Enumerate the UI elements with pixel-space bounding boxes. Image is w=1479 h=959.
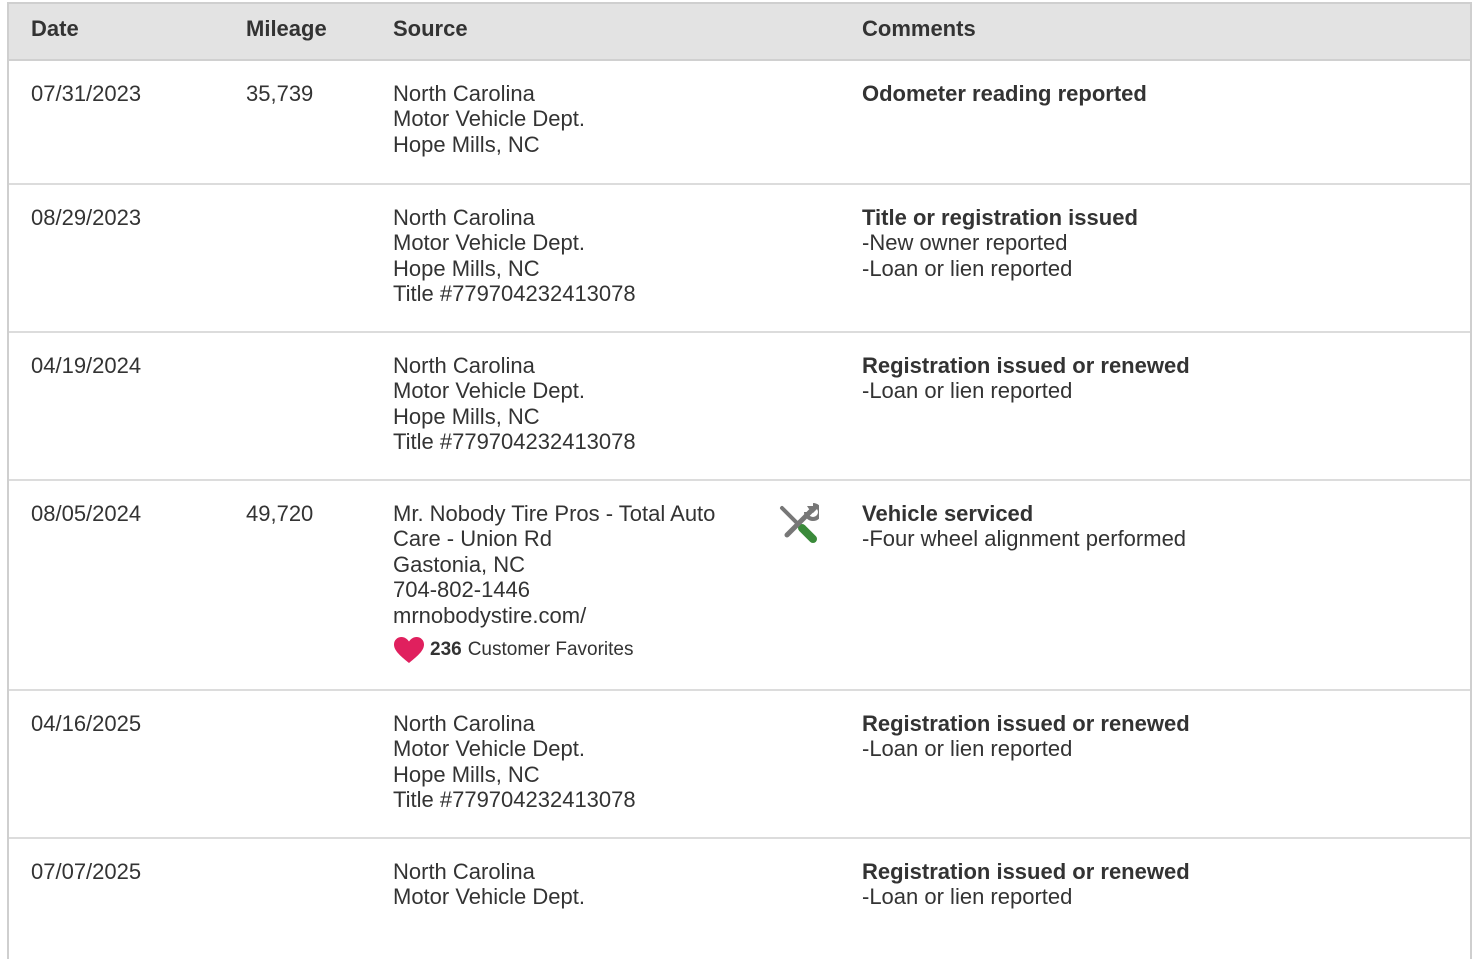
table-row: 08/05/2024 49,720 Mr. Nobody Tire Pros -… bbox=[9, 481, 1470, 691]
source-title-number: Title #779704232413078 bbox=[393, 281, 636, 307]
source-line: Motor Vehicle Dept. bbox=[393, 106, 585, 132]
table-row: 04/16/2025 North Carolina Motor Vehicle … bbox=[9, 691, 1470, 839]
source-website-link[interactable]: mrnobodystire.com/ bbox=[393, 603, 738, 628]
comment-title: Vehicle serviced bbox=[862, 501, 1034, 526]
source-line: North Carolina bbox=[393, 205, 535, 230]
favorites-label: Customer Favorites bbox=[467, 639, 634, 661]
row-comments: Odometer reading reported bbox=[862, 81, 1147, 106]
source-line: Motor Vehicle Dept. bbox=[393, 378, 585, 404]
row-date: 04/16/2025 bbox=[31, 711, 142, 736]
vehicle-history-table: Date Mileage Source Comments 07/31/2023 … bbox=[7, 2, 1472, 959]
customer-favorites: 236 Customer Favorites bbox=[393, 636, 738, 664]
table-row: 04/19/2024 North Carolina Motor Vehicle … bbox=[9, 333, 1470, 481]
comment-item: -Loan or lien reported bbox=[862, 736, 1073, 762]
table-row: 07/07/2025 North Carolina Motor Vehicle … bbox=[9, 839, 1470, 959]
table-row: 08/29/2023 North Carolina Motor Vehicle … bbox=[9, 185, 1470, 333]
source-line: North Carolina bbox=[393, 711, 535, 736]
source-title-number: Title #779704232413078 bbox=[393, 429, 636, 455]
row-source: North Carolina Motor Vehicle Dept. Hope … bbox=[393, 81, 753, 157]
source-line: Hope Mills, NC bbox=[393, 255, 540, 281]
row-source: North Carolina Motor Vehicle Dept. Hope … bbox=[393, 205, 753, 307]
comment-item: -Loan or lien reported bbox=[862, 378, 1073, 404]
source-line: North Carolina bbox=[393, 353, 535, 378]
source-title-number: Title #779704232413078 bbox=[393, 787, 636, 813]
row-comments: Registration issued or renewed -Loan or … bbox=[862, 711, 1190, 762]
row-source: North Carolina Motor Vehicle Dept. Hope … bbox=[393, 353, 753, 455]
wrench-screwdriver-icon bbox=[780, 503, 819, 543]
table-row: 07/31/2023 35,739 North Carolina Motor V… bbox=[9, 61, 1470, 185]
row-source: North Carolina Motor Vehicle Dept. bbox=[393, 859, 753, 910]
table-header: Date Mileage Source Comments bbox=[9, 4, 1470, 61]
comment-title: Registration issued or renewed bbox=[862, 859, 1190, 884]
column-header-mileage: Mileage bbox=[246, 16, 327, 41]
row-date: 07/07/2025 bbox=[31, 859, 142, 884]
heart-icon bbox=[394, 637, 424, 664]
source-line: North Carolina bbox=[393, 859, 535, 884]
source-line: Hope Mills, NC bbox=[393, 403, 540, 429]
source-line: Motor Vehicle Dept. bbox=[393, 884, 585, 910]
comment-item: -Loan or lien reported bbox=[862, 884, 1073, 910]
row-source: North Carolina Motor Vehicle Dept. Hope … bbox=[393, 711, 753, 813]
comment-item: -New owner reported bbox=[862, 230, 1068, 256]
source-line: Motor Vehicle Dept. bbox=[393, 736, 585, 762]
row-comments: Title or registration issued -New owner … bbox=[862, 205, 1138, 281]
comment-title: Registration issued or renewed bbox=[862, 711, 1190, 736]
comment-item: -Four wheel alignment performed bbox=[862, 526, 1187, 552]
column-header-source: Source bbox=[393, 16, 468, 41]
source-line: Gastonia, NC bbox=[393, 551, 526, 577]
comment-title: Odometer reading reported bbox=[862, 81, 1147, 106]
column-header-comments: Comments bbox=[862, 16, 976, 41]
source-line: Motor Vehicle Dept. bbox=[393, 230, 585, 256]
row-comments: Registration issued or renewed -Loan or … bbox=[862, 859, 1190, 910]
row-date: 08/29/2023 bbox=[31, 205, 142, 230]
row-date: 08/05/2024 bbox=[31, 501, 142, 526]
row-date: 07/31/2023 bbox=[31, 81, 142, 106]
row-comments: Registration issued or renewed -Loan or … bbox=[862, 353, 1190, 404]
source-shop-name: Mr. Nobody Tire Pros - Total Auto Care -… bbox=[393, 501, 716, 552]
favorites-count: 236 bbox=[430, 639, 462, 661]
row-mileage: 35,739 bbox=[246, 81, 314, 106]
row-mileage: 49,720 bbox=[246, 501, 314, 526]
row-comments: Vehicle serviced -Four wheel alignment p… bbox=[862, 501, 1186, 552]
comment-item: -Loan or lien reported bbox=[862, 255, 1073, 281]
source-phone[interactable]: 704-802-1446 bbox=[393, 577, 738, 602]
column-header-date: Date bbox=[31, 16, 79, 41]
row-date: 04/19/2024 bbox=[31, 353, 142, 378]
comment-title: Registration issued or renewed bbox=[862, 353, 1190, 378]
row-source: Mr. Nobody Tire Pros - Total Auto Care -… bbox=[393, 501, 738, 664]
source-line: Hope Mills, NC bbox=[393, 131, 540, 157]
source-line: North Carolina bbox=[393, 81, 535, 106]
comment-title: Title or registration issued bbox=[862, 205, 1138, 230]
source-line: Hope Mills, NC bbox=[393, 761, 540, 787]
